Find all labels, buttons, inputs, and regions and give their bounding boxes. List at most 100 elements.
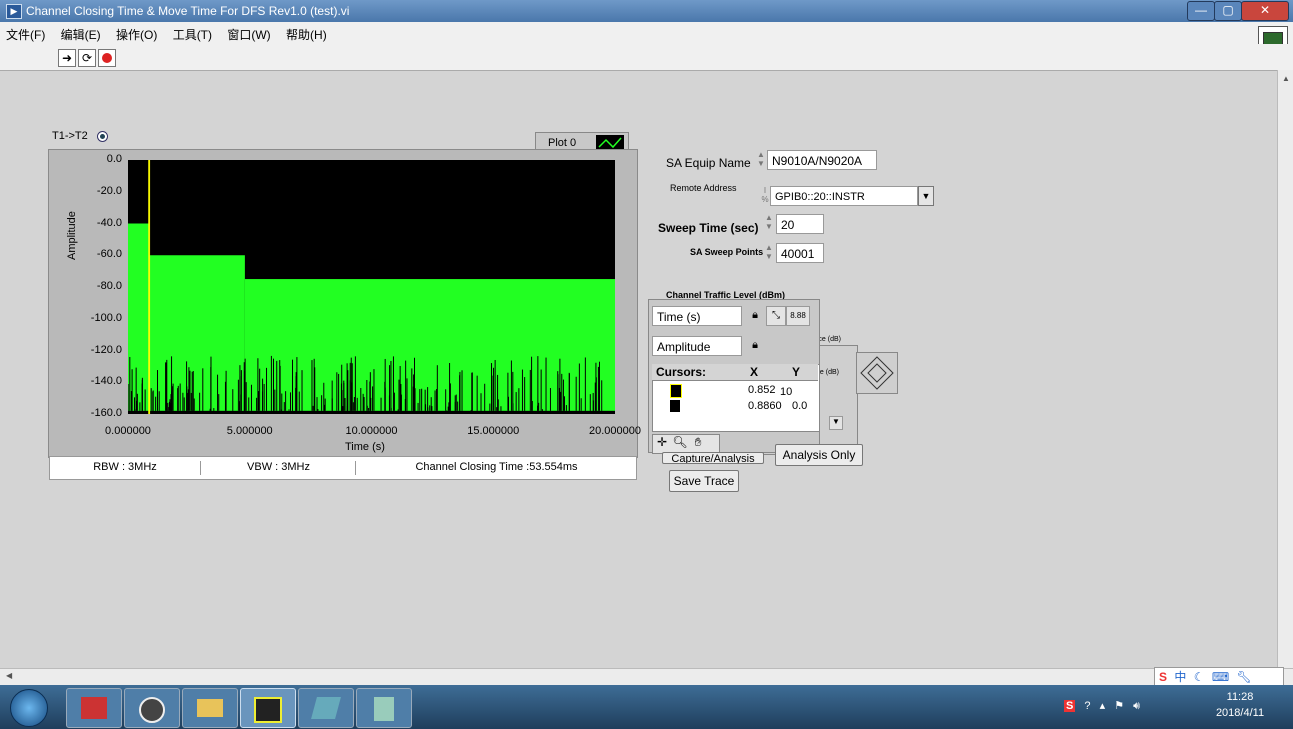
ime-toolbar[interactable]: S 中 ☾ ⌨ 🔧︎	[1154, 667, 1284, 687]
diamond-nav-icon[interactable]	[856, 352, 898, 394]
run-continuous-icon[interactable]: ⟳	[78, 49, 96, 67]
network-tray-icon[interactable]: ▴	[1100, 700, 1106, 712]
help-tray-icon[interactable]: ?	[1084, 700, 1090, 712]
cursor-col-y: Y	[792, 365, 801, 379]
y-tick-label: -40.0	[96, 216, 122, 229]
x-scale-name-field[interactable]: Time (s)	[652, 306, 742, 326]
toolbar: ➜ ⟳	[0, 44, 1293, 71]
plot-area[interactable]	[128, 160, 615, 414]
table-row: 0.0	[792, 400, 808, 412]
flag-tray-icon[interactable]: ⚑	[1114, 700, 1124, 712]
x-axis-label: Time (s)	[345, 441, 385, 453]
explorer-icon[interactable]	[182, 688, 238, 728]
menu-help[interactable]: 帮助(H)	[286, 26, 327, 43]
window-title: Channel Closing Time & Move Time For DFS…	[26, 4, 350, 18]
sa-equip-spinner[interactable]: ▲ ▼	[756, 150, 766, 170]
save-trace-button[interactable]: Save Trace	[669, 470, 739, 492]
y-tick-label: -140.0	[90, 375, 122, 388]
x-tick-label: 10.000000	[345, 425, 398, 437]
cursors-header: Cursors:	[656, 365, 707, 379]
clock-date[interactable]: 2018/4/11	[1208, 707, 1272, 719]
sogou-tray-icon[interactable]: S	[1064, 700, 1076, 712]
taskbar-app-5-icon[interactable]	[298, 688, 354, 728]
sa-equip-label: SA Equip Name	[666, 156, 751, 170]
crosshair-tool-icon[interactable]: ✛	[653, 435, 671, 449]
taskbar: S ? ▴ ⚑ 🔊︎ 11:28 2018/4/11	[0, 685, 1293, 729]
volume-tray-icon[interactable]: 🔊︎	[1133, 700, 1140, 712]
x-tick-label: 5.000000	[226, 425, 273, 437]
signal-segment	[148, 255, 245, 411]
remote-address-field[interactable]: GPIB0::20::INSTR	[770, 186, 918, 206]
y-scale-lock-icon[interactable]: 🔒︎	[746, 336, 764, 354]
cursor-col-x: X	[750, 365, 759, 379]
ime-mode-label[interactable]: 中	[1174, 670, 1186, 684]
sa-sweep-points-label: SA Sweep Points	[690, 247, 764, 257]
t1-t2-label: T1->T2	[52, 130, 88, 142]
abort-icon[interactable]	[98, 49, 116, 67]
signal-segment	[128, 223, 149, 411]
sweep-time-input[interactable]: 20	[776, 214, 824, 234]
pan-hand-tool-icon[interactable]: ✋︎	[689, 435, 707, 450]
t1-t2-radio[interactable]	[97, 131, 108, 142]
status-row: RBW : 3MHz VBW : 3MHz Channel Closing Ti…	[49, 456, 637, 480]
channel-closing-time-readout: Channel Closing Time :53.554ms	[355, 461, 637, 475]
y-scale-name-field[interactable]: Amplitude	[652, 336, 742, 356]
calculator-icon[interactable]	[356, 688, 412, 728]
table-row: 0.8860	[748, 400, 782, 412]
analysis-only-button[interactable]: Analysis Only	[775, 444, 863, 466]
sa-sweep-points-spinner[interactable]: ▲ ▼	[764, 243, 774, 263]
cursor-table-scroll-down-icon[interactable]: ▼	[829, 416, 843, 430]
close-button[interactable]: ✕	[1241, 1, 1289, 21]
y-tick-label: -60.0	[96, 248, 122, 261]
vbw-readout: VBW : 3MHz	[200, 461, 356, 475]
run-arrow-icon[interactable]: ➜	[58, 49, 76, 67]
labview-app-icon: ▶	[6, 4, 22, 19]
x-format-button[interactable]: 8.88	[786, 306, 810, 326]
y-tick-label: -20.0	[96, 184, 122, 197]
keyboard-icon[interactable]: ⌨	[1212, 670, 1229, 684]
remote-address-label: Remote Address	[670, 183, 737, 193]
cursor-2-icon[interactable]	[670, 400, 680, 412]
rbw-readout: RBW : 3MHz	[93, 461, 157, 473]
menu-file[interactable]: 文件(F)	[6, 26, 45, 43]
vertical-scrollbar[interactable]: ▲	[1277, 70, 1293, 668]
x-autoscale-icon[interactable]: ⤡	[766, 306, 786, 326]
system-tray: S ? ▴ ⚑ 🔊︎	[1064, 699, 1194, 715]
scroll-left-icon[interactable]: ◀	[6, 671, 12, 680]
horizontal-scrollbar[interactable]: ◀	[0, 668, 1293, 685]
start-button[interactable]	[10, 689, 48, 727]
remote-address-dropdown-icon[interactable]: ▼	[918, 186, 934, 206]
zoom-tool-icon[interactable]: 🔍︎	[671, 435, 689, 449]
labview-taskbar-icon[interactable]	[240, 688, 296, 728]
scroll-up-icon[interactable]: ▲	[1278, 74, 1293, 83]
x-tick-label: 0.000000	[105, 425, 151, 437]
moon-icon[interactable]: ☾	[1194, 670, 1205, 684]
clock-time[interactable]: 11:28	[1210, 691, 1270, 703]
graph-tool-palette: ✛ 🔍︎ ✋︎	[652, 434, 720, 454]
title-bar: ▶ Channel Closing Time & Move Time For D…	[0, 0, 1293, 23]
x-scale-lock-icon[interactable]: 🔒︎	[746, 306, 764, 324]
taskbar-app-1-icon[interactable]	[66, 688, 122, 728]
menu-bar: 文件(F) 编辑(E) 操作(O) 工具(T) 窗口(W) 帮助(H)	[0, 22, 1293, 44]
sa-equip-input[interactable]: N9010A/N9020A	[767, 150, 877, 170]
menu-window[interactable]: 窗口(W)	[227, 26, 270, 43]
sa-sweep-points-input[interactable]: 40001	[776, 243, 824, 263]
table-row: 0.852	[748, 384, 776, 396]
menu-edit[interactable]: 编辑(E)	[61, 26, 101, 43]
y-tick-label: 0.0	[106, 153, 122, 165]
table-row: 10	[780, 386, 793, 398]
y-tick-label: -80.0	[96, 280, 122, 292]
sweep-time-spinner[interactable]: ▲ ▼	[764, 213, 774, 233]
sogou-icon[interactable]: S	[1159, 670, 1167, 684]
capture-analysis-button[interactable]: Capture/Analysis	[662, 452, 764, 464]
cursor-1-icon[interactable]	[670, 384, 682, 398]
taskbar-app-2-icon[interactable]	[124, 688, 180, 728]
remote-address-browse-icon[interactable]: I%	[760, 186, 770, 206]
menu-tools[interactable]: 工具(T)	[173, 26, 212, 43]
wrench-icon[interactable]: 🔧︎	[1237, 670, 1252, 684]
y-tick-label: -120.0	[90, 343, 122, 356]
maximize-button[interactable]: ▢	[1214, 1, 1242, 21]
menu-operate[interactable]: 操作(O)	[116, 26, 157, 43]
y-tick-label: -160.0	[90, 407, 122, 419]
minimize-button[interactable]: —	[1187, 1, 1215, 21]
